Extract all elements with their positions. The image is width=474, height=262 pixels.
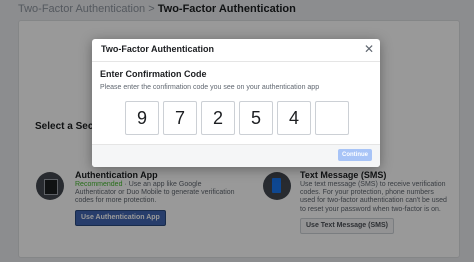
confirmation-dialog: Two-Factor Authentication ✕ Enter Confir… (92, 39, 380, 167)
code-digit-3[interactable]: 2 (201, 101, 235, 135)
code-instructions: Please enter the confirmation code you s… (100, 84, 320, 91)
code-digit-5[interactable]: 4 (277, 101, 311, 135)
close-icon[interactable]: ✕ (364, 42, 374, 56)
code-digit-1[interactable]: 9 (125, 101, 159, 135)
code-digit-2[interactable]: 7 (163, 101, 197, 135)
continue-button[interactable]: Continue (338, 149, 372, 161)
code-digit-4[interactable]: 5 (239, 101, 273, 135)
code-heading: Enter Confirmation Code (100, 69, 207, 79)
dialog-title: Two-Factor Authentication (101, 44, 214, 54)
dialog-header: Two-Factor Authentication ✕ (92, 39, 380, 62)
code-digit-6[interactable] (315, 101, 349, 135)
dialog-footer: Continue (92, 144, 380, 167)
